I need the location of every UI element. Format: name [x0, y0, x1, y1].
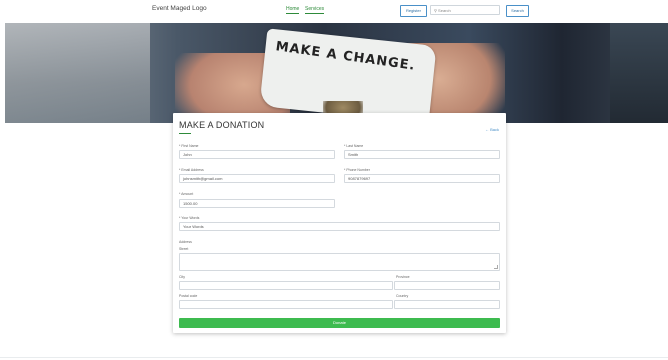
country-label: Country [396, 294, 409, 298]
words-label: * Your Words [179, 216, 200, 220]
back-link[interactable]: ← Back [485, 127, 499, 132]
province-field[interactable] [394, 281, 500, 290]
phone-field[interactable]: 9087879697 [344, 174, 500, 183]
last-name-field[interactable]: Smith [344, 150, 500, 159]
resize-handle-icon[interactable] [494, 265, 498, 269]
form-title: MAKE A DONATION [179, 120, 265, 130]
top-nav: Event Maged Logo Home Services Register … [0, 0, 668, 22]
words-field[interactable]: Your Words [179, 222, 500, 231]
search-button[interactable]: Search [506, 5, 529, 17]
hero-background-right [610, 23, 668, 123]
search-input[interactable]: ⚲ Search [430, 5, 500, 15]
street-textarea[interactable] [179, 253, 500, 271]
city-field[interactable] [179, 281, 393, 290]
donation-form-card: MAKE A DONATION ← Back * First Name John… [173, 113, 506, 333]
title-underline [179, 133, 191, 134]
phone-label: * Phone Number [344, 168, 370, 172]
address-heading: Address [179, 240, 192, 244]
street-label: Street [179, 247, 189, 251]
register-button[interactable]: Register [400, 5, 427, 17]
first-name-label: * First Name [179, 144, 199, 148]
first-name-field[interactable]: John [179, 150, 335, 159]
site-logo[interactable]: Event Maged Logo [152, 5, 207, 12]
country-field[interactable] [394, 300, 500, 309]
footer-divider [0, 357, 668, 358]
hero-background-left [5, 23, 150, 123]
amount-label: * Amount [179, 192, 194, 196]
nav-services-link[interactable]: Services [305, 6, 325, 14]
donate-button[interactable]: Donate [179, 318, 500, 328]
search-placeholder: Search [438, 8, 451, 13]
last-name-label: * Last Name [344, 144, 364, 148]
city-label: City [179, 275, 186, 279]
email-field[interactable]: johnsmith@gmail.com [179, 174, 335, 183]
email-label: * Email Address [179, 168, 204, 172]
postal-code-field[interactable] [179, 300, 393, 309]
amount-field[interactable]: 1500.00 [179, 199, 335, 208]
nav-home-link[interactable]: Home [286, 6, 300, 14]
postal-code-label: Postal code [179, 294, 198, 298]
province-label: Province [396, 275, 410, 279]
hero-image: MAKE A CHANGE. [5, 23, 668, 123]
